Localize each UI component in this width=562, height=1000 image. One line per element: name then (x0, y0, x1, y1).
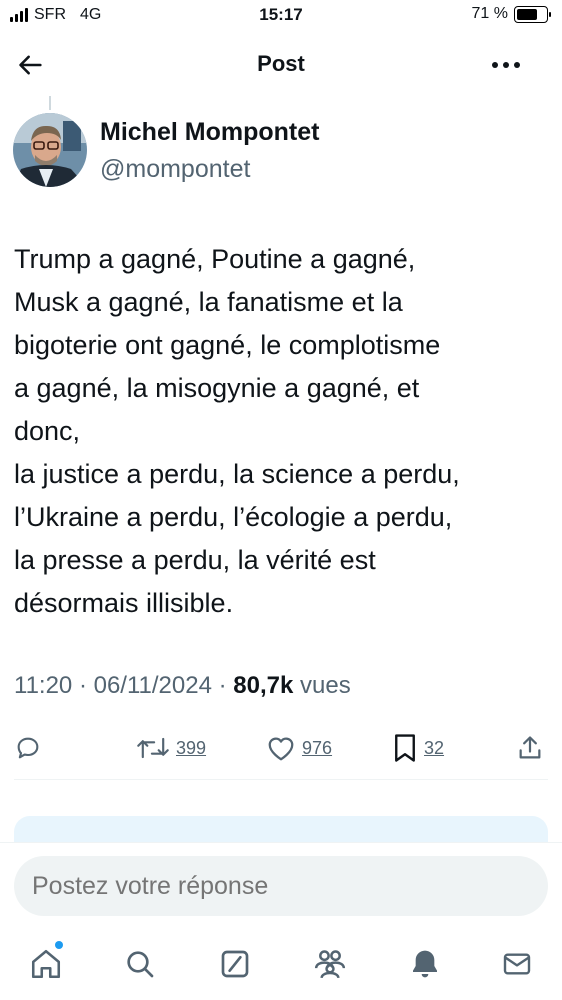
action-bar: 399 976 32 (0, 728, 562, 768)
tab-home[interactable] (24, 942, 68, 986)
search-icon (127, 951, 154, 978)
tweet-meta: 11:20 · 06/11/2024 · 80,7k vues (14, 672, 351, 700)
heart-icon (268, 737, 294, 761)
divider (14, 779, 548, 780)
tweet-line: désormais illisible. (14, 588, 234, 618)
share-button[interactable] (516, 728, 544, 768)
share-icon (519, 736, 541, 759)
reply-bar (0, 842, 562, 932)
retweet-button[interactable]: 399 (136, 728, 206, 768)
tweet-line: bigoterie ont gagné, le complotisme (14, 330, 441, 360)
author-name[interactable]: Michel Mompontet (100, 118, 319, 147)
tweet-date[interactable]: 06/11/2024 (94, 672, 212, 699)
tweet-line: la presse a perdu, la vérité est (14, 545, 376, 575)
avatar-photo (13, 113, 87, 187)
status-right: 71 % (471, 5, 551, 23)
more-horizontal-icon (492, 62, 520, 68)
bookmark-count[interactable]: 32 (424, 738, 444, 759)
tweet-line: donc, (14, 416, 81, 446)
notifications-icon (413, 950, 437, 978)
tab-search[interactable] (118, 942, 162, 986)
reply-input[interactable] (14, 856, 548, 916)
bookmark-button[interactable]: 32 (392, 728, 444, 768)
tweet-time[interactable]: 11:20 (14, 672, 72, 699)
views-label: vues (293, 672, 351, 699)
like-button[interactable]: 976 (266, 728, 332, 768)
bottom-tab-bar (0, 932, 562, 1000)
retweet-count[interactable]: 399 (176, 738, 206, 759)
tweet-line: a gagné, la misogynie a gagné, et (14, 373, 420, 403)
meta-separator: · (72, 672, 94, 699)
bookmark-icon (395, 734, 415, 762)
tweet-line: Trump a gagné, Poutine a gagné, (14, 244, 416, 274)
reply-icon (17, 737, 39, 759)
status-bar: SFR 4G 15:17 71 % (0, 0, 562, 34)
tweet-line: Musk a gagné, la fanatisme et la (14, 287, 403, 317)
tab-communities[interactable] (308, 942, 352, 986)
top-header: Post (0, 40, 562, 88)
retweet-icon (137, 737, 169, 759)
like-count[interactable]: 976 (302, 738, 332, 759)
reply-button[interactable] (14, 728, 42, 768)
communities-icon (314, 950, 346, 979)
new-posts-dot (55, 941, 63, 949)
battery-percent: 71 % (471, 5, 508, 22)
tweet-line: l’Ukraine a perdu, l’écologie a perdu, (14, 502, 453, 532)
author-handle[interactable]: @mompontet (100, 155, 250, 184)
avatar[interactable] (13, 113, 87, 187)
tab-grok[interactable] (213, 942, 257, 986)
thread-connector (49, 96, 51, 110)
page-title: Post (257, 51, 305, 76)
home-icon (31, 949, 61, 979)
messages-icon (503, 953, 531, 975)
tab-messages[interactable] (495, 942, 539, 986)
tab-notifications[interactable] (403, 942, 447, 986)
meta-separator: · (211, 672, 234, 699)
tweet-line: la justice a perdu, la science a perdu, (14, 459, 460, 489)
grok-icon (221, 950, 249, 978)
views-count: 80,7k (233, 672, 294, 699)
battery-icon (514, 5, 551, 23)
more-options-button[interactable] (486, 48, 526, 82)
tweet-text: Trump a gagné, Poutine a gagné, Musk a g… (14, 238, 550, 625)
battery-fill (517, 8, 537, 20)
